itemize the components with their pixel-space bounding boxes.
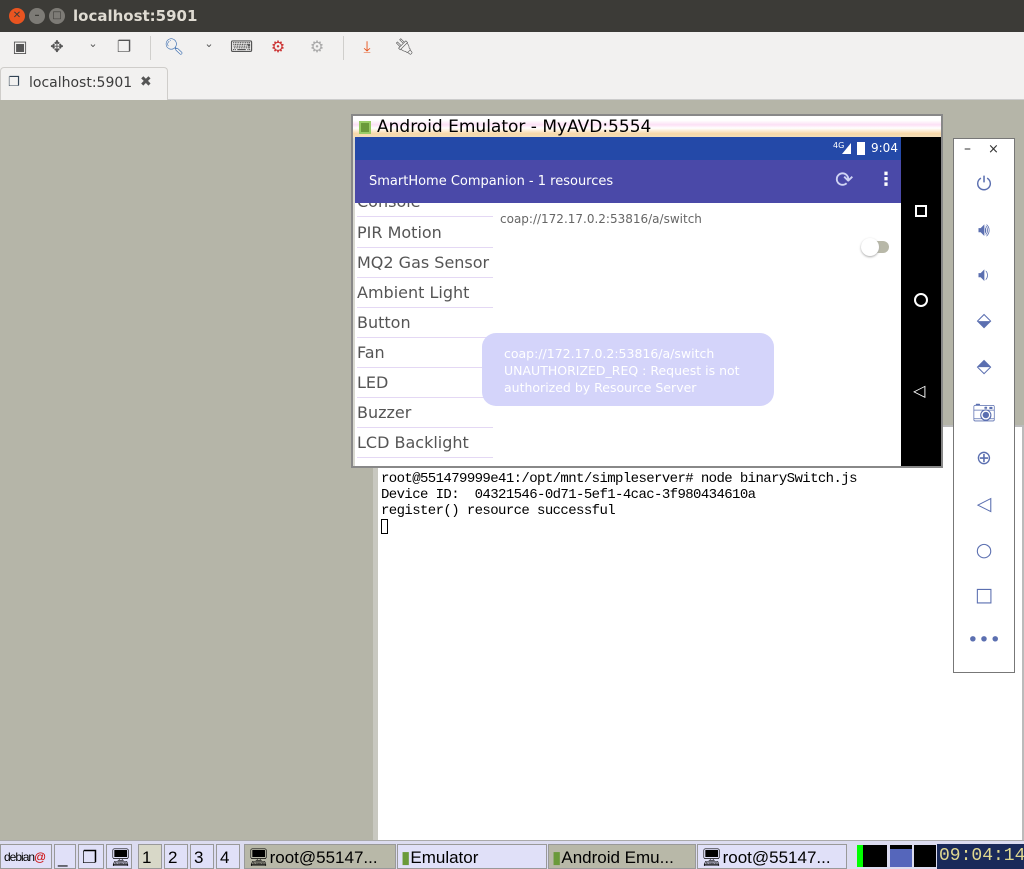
emulator-window: Android Emulator - MyAVD:5554 4G 9:04 Sm… bbox=[351, 114, 943, 468]
scale-icon[interactable]: ✥ bbox=[46, 37, 68, 57]
memory-monitor bbox=[890, 845, 912, 867]
task-terminal-1[interactable]: 🖥︎root@55147... bbox=[244, 844, 396, 869]
close-icon[interactable]: × bbox=[988, 142, 999, 157]
list-item[interactable]: Ambient Light bbox=[357, 278, 493, 308]
volume-up-icon[interactable]: 🔊︎ bbox=[954, 219, 1014, 241]
recents-icon[interactable] bbox=[915, 205, 927, 217]
list-item[interactable]: LCD Backlight bbox=[357, 428, 493, 458]
title-bar: ✕ – □ localhost:5901 bbox=[0, 0, 1024, 32]
terminal-launcher-icon[interactable]: 🖥︎ bbox=[106, 844, 132, 869]
zoom-icon[interactable]: ⊕ bbox=[954, 447, 1014, 469]
keyboard-icon[interactable]: ⌨ bbox=[230, 37, 253, 57]
clock: 09:04:14 bbox=[937, 844, 1024, 869]
more-options-icon[interactable]: ⋮ bbox=[877, 169, 895, 190]
list-item[interactable]: Buzzer bbox=[357, 398, 493, 428]
disconnect-icon[interactable]: 🔌︎ bbox=[393, 37, 415, 57]
refresh-icon[interactable]: ⟳ bbox=[835, 168, 853, 193]
terminal-output: root@551479999e41:/opt/mnt/simpleserver#… bbox=[381, 471, 857, 539]
cursor bbox=[381, 519, 388, 534]
list-item[interactable]: PIR Motion bbox=[357, 218, 493, 248]
minimize-all-button[interactable]: _ bbox=[54, 844, 76, 869]
workspace-2[interactable]: 2 bbox=[164, 844, 188, 869]
back-icon[interactable]: ◁ bbox=[954, 493, 1014, 515]
emulator-title-bar[interactable]: Android Emulator - MyAVD:5554 bbox=[353, 116, 941, 138]
chevron-down-icon[interactable]: ⌄ bbox=[198, 37, 220, 57]
app-icon bbox=[359, 121, 371, 134]
resource-uri: coap://172.17.0.2:53816/a/switch bbox=[500, 212, 702, 226]
task-terminal-2[interactable]: 🖥︎root@55147... bbox=[697, 844, 847, 869]
minimize-icon[interactable]: – bbox=[964, 141, 971, 157]
home-icon[interactable]: ○ bbox=[954, 539, 1014, 561]
home-icon[interactable] bbox=[914, 293, 928, 307]
close-window-button[interactable]: ✕ bbox=[9, 8, 25, 24]
maximize-window-button[interactable]: □ bbox=[49, 8, 65, 24]
list-item[interactable]: Fan bbox=[357, 338, 493, 368]
transfer-icon[interactable]: ⤓ bbox=[356, 37, 378, 57]
toolbar: ▣ ✥ ⌄ ❐ 🔍︎ ⌄ ⌨ ⚙ ⚙ ⤓ 🔌︎ bbox=[0, 32, 1024, 62]
taskbar: debian@ _ ❐ 🖥︎ 1 2 3 4 🖥︎root@55147... ▮… bbox=[0, 840, 1024, 869]
options-icon[interactable]: ⚙ bbox=[306, 37, 328, 57]
chevron-down-icon[interactable]: ⌄ bbox=[82, 37, 104, 57]
camera-icon[interactable]: 📷︎ bbox=[954, 401, 1014, 424]
terminal-window[interactable]: root@551479999e41:/opt/mnt/simpleserver#… bbox=[373, 425, 1024, 842]
debian-menu-button[interactable]: debian@ bbox=[0, 844, 52, 869]
app-title: SmartHome Companion - 1 resources bbox=[369, 174, 614, 189]
list-item[interactable]: Button bbox=[357, 308, 493, 338]
app-bar: SmartHome Companion - 1 resources ⟳ ⋮ bbox=[355, 160, 901, 203]
rotate-left-icon[interactable]: ⬙ bbox=[954, 309, 1014, 331]
preferences-icon[interactable]: ⚙ bbox=[267, 37, 289, 57]
vnc-icon: ❐ bbox=[8, 75, 20, 90]
workspace-4[interactable]: 4 bbox=[216, 844, 240, 869]
status-bar: 4G 9:04 bbox=[355, 137, 901, 160]
window-list-icon[interactable]: ❐ bbox=[78, 844, 104, 869]
tab-label: localhost:5901 bbox=[29, 75, 133, 91]
emulator-title: Android Emulator - MyAVD:5554 bbox=[377, 117, 652, 137]
switch-toggle[interactable] bbox=[861, 238, 889, 256]
fullscreen-icon[interactable]: ▣ bbox=[9, 37, 31, 57]
tab-localhost[interactable]: ❐ localhost:5901 ✖ bbox=[0, 67, 168, 100]
window-title: localhost:5901 bbox=[73, 7, 198, 25]
power-icon[interactable]: ⏻ bbox=[954, 173, 1014, 195]
more-icon[interactable]: ••• bbox=[954, 629, 1014, 651]
windows-icon[interactable]: ❐ bbox=[113, 37, 135, 57]
zoom-icon[interactable]: 🔍︎ bbox=[163, 37, 185, 57]
list-item[interactable]: Console bbox=[357, 203, 493, 217]
signal-bars-icon bbox=[842, 143, 851, 154]
cpu-monitor bbox=[857, 845, 887, 867]
workspace-3[interactable]: 3 bbox=[190, 844, 214, 869]
task-android-emulator[interactable]: ▮Android Emu... bbox=[548, 844, 696, 869]
back-icon[interactable]: ◁ bbox=[913, 381, 925, 400]
overview-icon[interactable]: □ bbox=[954, 584, 1014, 606]
list-item[interactable]: LED bbox=[357, 368, 493, 398]
android-screen: 4G 9:04 SmartHome Companion - 1 resource… bbox=[355, 137, 901, 466]
volume-down-icon[interactable]: 🔉︎ bbox=[954, 264, 1014, 286]
list-item[interactable]: MQ2 Gas Sensor bbox=[357, 248, 493, 278]
tab-bar: ❐ localhost:5901 ✖ bbox=[0, 62, 1024, 100]
nav-bar: ◁ bbox=[901, 137, 941, 466]
toast-message: coap://172.17.0.2:53816/a/switch UNAUTHO… bbox=[482, 333, 774, 406]
resource-list: Console PIR Motion MQ2 Gas Sensor Ambien… bbox=[355, 203, 493, 466]
minimize-window-button[interactable]: – bbox=[29, 8, 45, 24]
workspace-1[interactable]: 1 bbox=[138, 844, 162, 869]
emulator-side-panel: – × ⏻ 🔊︎ 🔉︎ ⬙ ⬘ 📷︎ ⊕ ◁ ○ □ ••• bbox=[953, 138, 1015, 673]
task-emulator[interactable]: ▮Emulator bbox=[397, 844, 547, 869]
rotate-right-icon[interactable]: ⬘ bbox=[954, 355, 1014, 377]
close-tab-icon[interactable]: ✖ bbox=[140, 74, 152, 90]
status-time: 9:04 bbox=[871, 141, 898, 155]
network-monitor bbox=[914, 845, 936, 867]
battery-icon bbox=[857, 142, 865, 155]
